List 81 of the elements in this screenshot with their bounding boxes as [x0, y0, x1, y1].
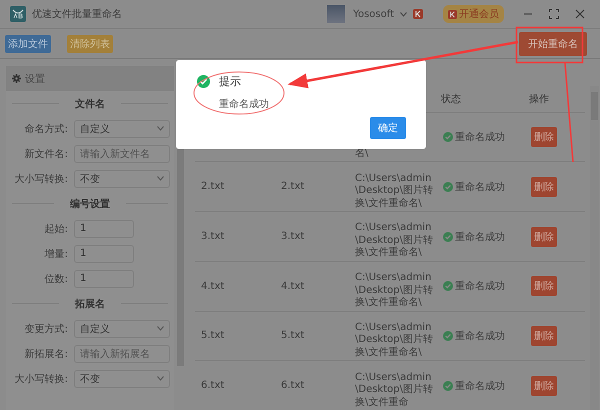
field-label: 增量: — [44, 248, 69, 260]
number-field[interactable]: 1 — [74, 220, 134, 238]
success-check-icon — [443, 182, 453, 192]
number-field[interactable]: 1 — [74, 244, 134, 262]
field-label: 位数: — [44, 272, 69, 286]
add-files-button[interactable]: 添加文件 — [5, 34, 51, 52]
path-cell-text: C:\Users\admin\Desktop\图片转换\文件重命名\ — [355, 272, 434, 310]
delete-button[interactable]: 删除 — [531, 376, 557, 396]
delete-button[interactable]: 删除 — [531, 276, 557, 296]
delete-button[interactable]: 删除 — [531, 326, 557, 346]
success-check-icon — [443, 380, 453, 391]
select-field[interactable]: 自定义 — [74, 120, 170, 138]
section-title: 拓展名 — [75, 298, 105, 310]
table-cell: 4.txt — [201, 280, 224, 292]
column-header: 状态 — [440, 92, 462, 106]
delete-button[interactable]: 删除 — [531, 127, 557, 148]
select-field[interactable]: 不变 — [74, 370, 170, 388]
table-cell: 5.txt — [201, 330, 224, 342]
table-cell: 2.txt — [201, 181, 224, 192]
field-label: 起始: — [44, 222, 69, 236]
delete-button[interactable]: 删除 — [531, 226, 557, 247]
gear-icon — [12, 74, 21, 83]
dialog-message: 重命名成功 — [219, 98, 269, 111]
field-label: 命名方式: — [24, 122, 69, 136]
app-logo-icon — [10, 6, 26, 22]
path-cell-text: C:\Users\admin\Desktop\图片转换\文件重命名\ — [355, 222, 434, 260]
table-cell: 6.txt — [201, 380, 224, 392]
table-cell: 2.txt — [281, 181, 304, 192]
status-label: 重命名成功 — [443, 328, 505, 343]
user-name[interactable]: Yososoft — [353, 8, 394, 20]
caret-icon — [157, 376, 164, 381]
clear-list-button[interactable]: 清除列表 — [67, 34, 113, 52]
avatar-photo-placeholder — [327, 5, 346, 23]
close-icon[interactable] — [575, 9, 585, 19]
window-title: 优速文件批量重命名 — [32, 8, 122, 21]
status-label: 重命名成功 — [443, 378, 505, 393]
settings-title: 设置 — [25, 72, 45, 86]
caret-icon — [157, 126, 164, 131]
status-label: 重命名成功 — [443, 180, 505, 194]
brand-badge-icon — [413, 9, 423, 19]
maximize-icon[interactable] — [549, 9, 559, 19]
table-cell: 4.txt — [281, 280, 304, 292]
table-cell: 6.txt — [281, 380, 304, 392]
field-label: 新拓展名: — [24, 348, 69, 360]
success-check-icon — [443, 132, 453, 142]
delete-button[interactable]: 删除 — [531, 176, 557, 197]
vip-button[interactable]: 开通会员 — [443, 5, 504, 23]
path-cell-text: C:\Users\admin\Desktop\图片转换\文件重命名\ — [355, 322, 434, 360]
caret-icon — [157, 176, 164, 181]
input-field[interactable]: 请输入新拓展名 — [74, 344, 170, 362]
field-label: 变更方式: — [24, 322, 69, 336]
select-field[interactable]: 不变 — [74, 170, 170, 188]
field-label: 大小写转换: — [14, 172, 69, 186]
path-cell-text: C:\Users\admin\Desktop\图片转换\文件重命名\ — [355, 172, 434, 210]
path-cell-text: C:\Users\admin\Desktop\图片转换\文件重命 — [355, 372, 434, 409]
field-label: 新文件名: — [24, 148, 69, 160]
ok-button[interactable]: 确定 — [370, 117, 406, 139]
highlight-frame — [516, 26, 584, 64]
status-label: 重命名成功 — [443, 130, 505, 144]
section-title: 编号设置 — [70, 198, 110, 210]
dialog-title: 提示 — [219, 74, 241, 89]
table-cell: 3.txt — [201, 231, 224, 242]
status-label: 重命名成功 — [443, 230, 505, 244]
path-cell: 名\ — [355, 148, 368, 160]
caret-icon[interactable] — [400, 12, 407, 16]
start-rename-button[interactable]: 开始重命名 — [519, 32, 587, 56]
table-cell: 5.txt — [281, 330, 304, 342]
brand-badge-icon — [448, 10, 457, 18]
success-check-icon — [443, 330, 453, 341]
table-cell: 3.txt — [281, 231, 304, 242]
column-header: 操作 — [528, 92, 550, 106]
section-title: 文件名 — [75, 98, 105, 110]
status-label: 重命名成功 — [443, 279, 505, 294]
field-label: 大小写转换: — [14, 372, 69, 386]
success-check-icon — [197, 75, 210, 88]
select-field[interactable]: 自定义 — [74, 320, 170, 338]
success-check-icon — [443, 281, 453, 292]
caret-icon — [157, 326, 164, 331]
success-check-icon — [443, 232, 453, 242]
input-field[interactable]: 请输入新文件名 — [74, 144, 170, 162]
number-field[interactable]: 1 — [74, 270, 134, 288]
